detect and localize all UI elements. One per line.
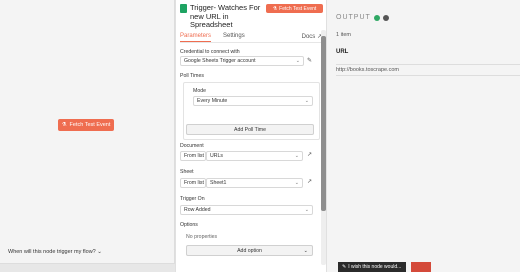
chevron-down-icon: ⌄ [97,249,102,255]
trigger-on-label: Trigger On [180,196,205,202]
sheet-select[interactable]: Sheet1 ⌄ [206,178,303,188]
edit-credential-icon[interactable]: ✎ [307,57,312,64]
item-count: 1 item [336,32,351,38]
flask-icon: ⚗ [272,5,278,12]
credential-label: Credential to connect with [180,49,240,55]
feedback-button[interactable]: ✎ I wish this node would... [338,262,406,272]
add-poll-time-button[interactable]: Add Poll Time [186,124,314,135]
fetch-test-event-button[interactable]: ⚗ Fetch Test Event [266,4,323,13]
workflow-canvas: ⚗ Fetch Test Event When will this node t… [0,0,175,272]
info-icon[interactable] [382,14,389,21]
document-select[interactable]: URLs ⌄ [206,151,303,161]
options-label: Options [180,222,198,228]
node-parameters-panel: Trigger- Watches For new URL in Spreadsh… [175,0,327,272]
output-header: OUTPUT [336,14,389,21]
trigger-on-select[interactable]: Row Added ⌄ [180,205,313,215]
footer-action-button[interactable] [411,262,431,272]
chevron-down-icon: ⌄ [295,58,300,64]
document-label: Document [180,143,204,149]
poll-times-label: Poll Times [180,73,204,79]
column-header-url: URL [336,49,349,55]
mode-label: Mode [193,88,206,94]
success-check-icon [373,14,380,21]
canvas-toolbar [0,263,175,272]
open-document-icon[interactable]: ↗ [307,151,312,158]
tab-parameters[interactable]: Parameters [180,33,212,42]
panel-tabs: Parameters Settings Docs ↗ [180,33,324,43]
sheet-label: Sheet [180,169,194,175]
table-row: http://books.toscrape.com [336,64,520,76]
google-sheets-icon [180,4,187,13]
panel-scrollbar[interactable] [321,30,326,265]
feedback-icon: ✎ [342,264,347,270]
sheet-source-select[interactable]: From list [180,178,206,188]
add-option-button[interactable]: Add option ⌄ [186,245,313,256]
credential-select[interactable]: Google Sheets Trigger account ⌄ [180,56,304,66]
chevron-down-icon: ⌄ [294,153,299,159]
docs-link[interactable]: Docs ↗ [302,33,322,40]
chevron-down-icon: ⌄ [294,180,299,186]
chevron-down-icon: ⌄ [304,98,309,104]
open-sheet-icon[interactable]: ↗ [307,178,312,185]
document-source-select[interactable]: From list [180,151,206,161]
flask-icon: ⚗ [61,122,67,128]
chevron-down-icon: ⌄ [303,247,308,254]
canvas-fetch-test-event-button[interactable]: ⚗ Fetch Test Event [58,119,114,131]
no-properties-text: No properties [186,234,218,240]
chevron-down-icon: ⌄ [304,207,309,213]
trigger-help-link[interactable]: When will this node trigger my flow? ⌄ [8,249,102,255]
node-title[interactable]: Trigger- Watches For new URL in Spreadsh… [190,3,264,30]
url-cell: http://books.toscrape.com [336,67,399,73]
mode-select[interactable]: Every Minute ⌄ [193,96,313,106]
tab-settings[interactable]: Settings [223,33,245,42]
output-panel: OUTPUT 1 item URL http://books.toscrape.… [328,0,520,272]
node-header: Trigger- Watches For new URL in Spreadsh… [180,3,264,30]
scrollbar-thumb[interactable] [321,36,326,211]
